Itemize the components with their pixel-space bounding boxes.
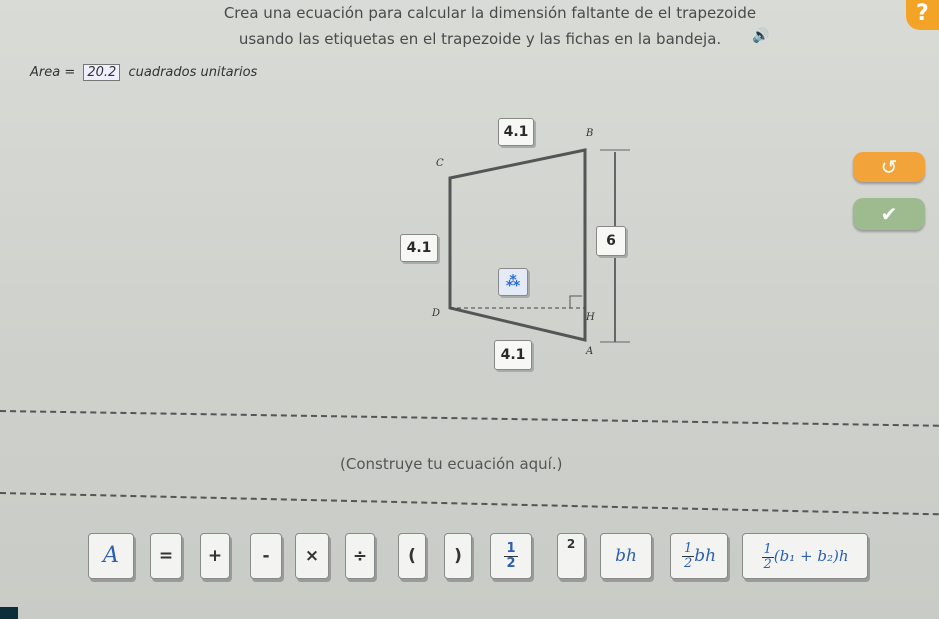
- top-base-tile[interactable]: 4.1: [498, 118, 534, 146]
- chip-right-paren[interactable]: ): [444, 533, 472, 579]
- work-area-bottom-border: [0, 492, 939, 516]
- check-button[interactable]: ✔: [853, 198, 925, 230]
- area-value: 20.2: [83, 64, 121, 81]
- chip-times[interactable]: ×: [295, 533, 329, 579]
- chip-minus[interactable]: -: [250, 533, 282, 579]
- undo-icon: ↺: [880, 155, 898, 179]
- vertex-h-label: H: [586, 312, 595, 323]
- chip-half-bh[interactable]: 1 2 bh: [670, 533, 728, 579]
- bottom-base-tile[interactable]: 4.1: [494, 340, 532, 370]
- hint-button[interactable]: ?: [906, 0, 939, 30]
- corner-mark: [0, 607, 18, 619]
- equation-build-area[interactable]: (Construye tu ecuación aquí.): [340, 455, 562, 473]
- check-icon: ✔: [880, 202, 898, 226]
- right-angle-mark: [569, 295, 582, 308]
- speaker-icon[interactable]: 🔊: [752, 28, 769, 44]
- vertex-d-label: D: [432, 308, 441, 319]
- chip-a[interactable]: A: [88, 533, 134, 579]
- height-tile[interactable]: 6: [596, 226, 626, 256]
- vertex-a-label: A: [586, 346, 594, 357]
- missing-dimension-tile[interactable]: ⁂: [498, 268, 528, 296]
- work-area-top-border: [0, 410, 939, 427]
- trapezoid-outline: [448, 148, 587, 342]
- chip-trapezoid-formula[interactable]: 1 2 (b₁ + b₂)h: [742, 533, 868, 579]
- chip-left-paren[interactable]: (: [398, 533, 426, 579]
- chip-bh[interactable]: bh: [600, 533, 652, 579]
- chip-squared[interactable]: 2: [557, 533, 585, 579]
- vertex-c-label: C: [436, 158, 444, 169]
- trapezoid-figure: 4.1 4.1 6 4.1 ⁂ B C D A H: [380, 110, 660, 380]
- instruction-line-1: Crea una ecuación para calcular la dimen…: [223, 4, 757, 22]
- area-unit: cuadrados unitarios: [128, 65, 258, 80]
- vertex-b-label: B: [586, 128, 594, 139]
- left-side-tile[interactable]: 4.1: [400, 234, 438, 262]
- chip-equals[interactable]: =: [150, 533, 182, 579]
- area-label: Area =: [30, 65, 76, 80]
- reset-button[interactable]: ↺: [853, 152, 925, 182]
- area-line: Area = 20.2 cuadrados unitarios: [30, 64, 257, 81]
- lightbulb-icon: ?: [916, 1, 929, 26]
- chip-plus[interactable]: +: [200, 533, 230, 579]
- chip-one-half[interactable]: 12: [490, 533, 532, 579]
- chip-divide[interactable]: ÷: [345, 533, 375, 579]
- instruction-line-2: usando las etiquetas en el trapezoide y …: [238, 30, 722, 48]
